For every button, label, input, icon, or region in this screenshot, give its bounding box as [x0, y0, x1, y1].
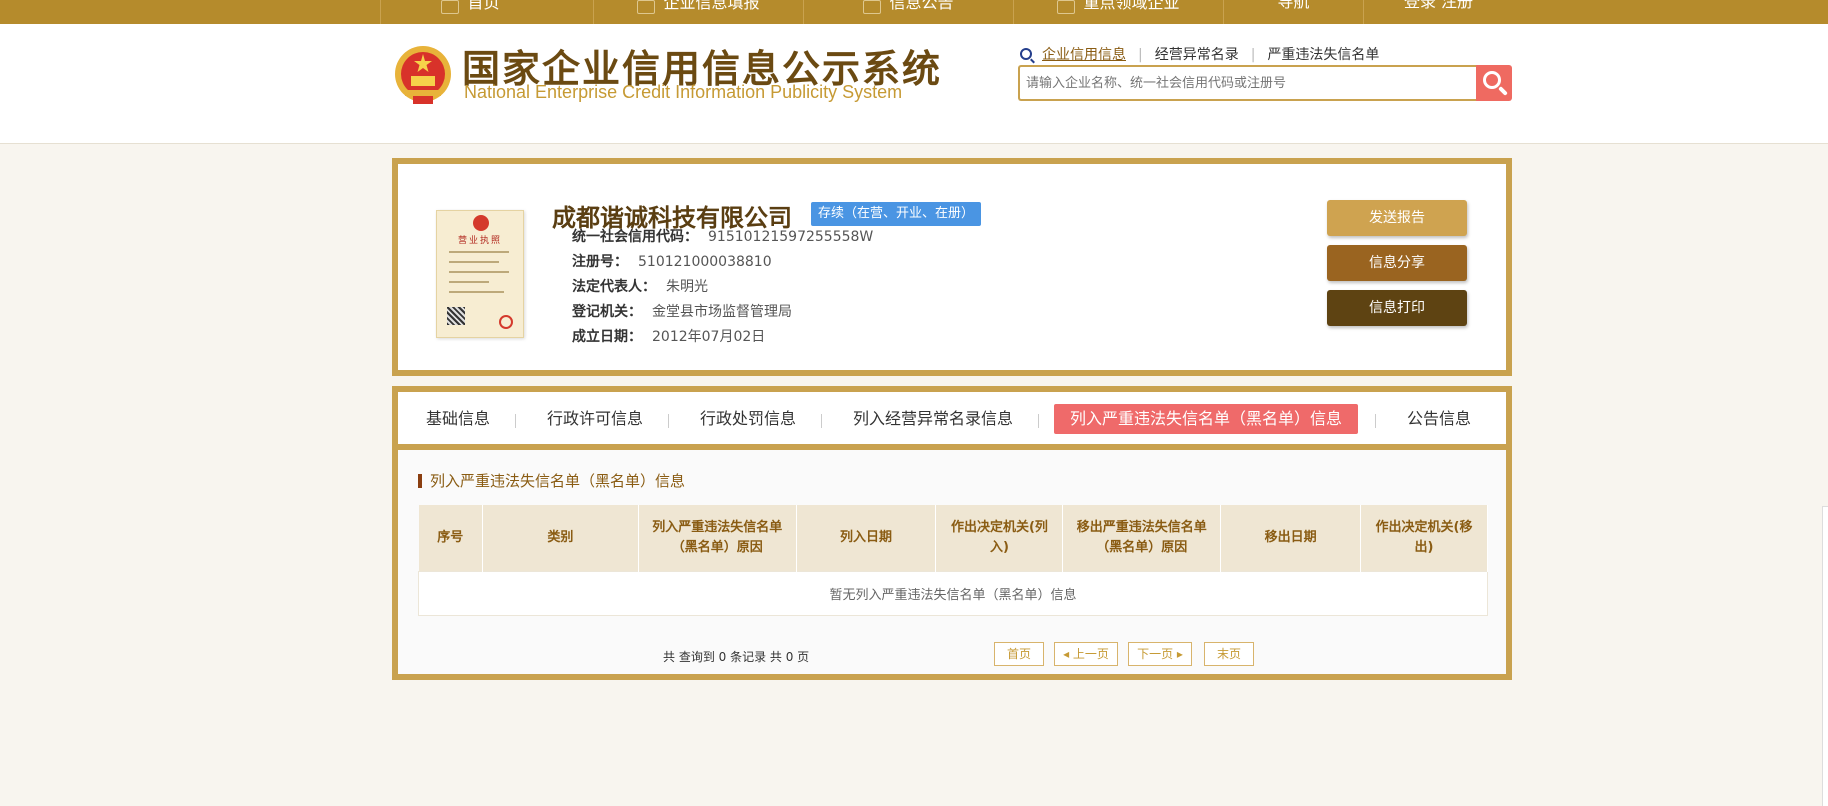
home-icon	[441, 0, 460, 14]
nav-report[interactable]: 企业信息填报	[593, 0, 803, 24]
cert-line	[449, 291, 504, 293]
search-handle-icon	[1498, 86, 1508, 96]
info-value: 91510121597255558W	[708, 229, 874, 245]
seal-icon	[473, 215, 489, 231]
tab-abnormal-list[interactable]: 列入经营异常名录信息	[837, 404, 1029, 434]
search-tab-blacklist[interactable]: 严重违法失信名单	[1267, 44, 1379, 64]
prev-page-label: 上一页	[1072, 647, 1109, 661]
info-value: 2012年07月02日	[652, 329, 766, 345]
nav-login-label: 登录 注册	[1403, 0, 1474, 11]
tab-divider	[1375, 414, 1376, 428]
tab-divider	[668, 414, 669, 428]
pager-count: 共 查询到 0 条记录 共 0 页	[663, 650, 810, 664]
nav-notice-label: 信息公告	[889, 0, 954, 12]
cert-line	[449, 251, 509, 253]
info-panel: 基础信息 行政许可信息 行政处罚信息 列入经营异常名录信息 列入严重违法失信名单…	[392, 386, 1512, 680]
info-founded: 成立日期： 2012年07月02日	[572, 326, 765, 346]
cert-line	[449, 271, 509, 273]
notice-icon	[863, 0, 882, 14]
col-in-authority: 作出决定机关(列入)	[935, 505, 1064, 571]
tab-bar: 基础信息 行政许可信息 行政处罚信息 列入经营异常名录信息 列入严重违法失信名单…	[398, 392, 1506, 450]
tab-admin-penalty[interactable]: 行政处罚信息	[684, 404, 812, 434]
send-report-button[interactable]: 发送报告	[1327, 200, 1467, 236]
edit-icon	[637, 0, 656, 14]
tab-content: 列入严重违法失信名单（黑名单）信息 序号 类别 列入严重违法失信名单（黑名单）原…	[398, 450, 1506, 674]
tab-divider	[821, 414, 822, 428]
company-card: 营业执照 成都谐诚科技有限公司 存续（在营、开业、在册） 统一社会信用代码： 91…	[392, 158, 1512, 376]
tab-divider	[1038, 414, 1039, 428]
search-input[interactable]	[1018, 65, 1478, 101]
info-value: 金堂县市场监督管理局	[652, 304, 792, 320]
share-info-button[interactable]: 信息分享	[1327, 245, 1467, 281]
nav-home-label: 首页	[467, 0, 500, 12]
qr-code-icon	[447, 307, 465, 325]
table-row: 暂无列入严重违法失信名单（黑名单）信息	[418, 570, 1488, 616]
key-areas-icon	[1057, 0, 1076, 14]
tab-announcement[interactable]: 公告信息	[1391, 404, 1487, 434]
search-tab-credit[interactable]: 企业信用信息	[1042, 44, 1126, 64]
side-scroll-tab[interactable]	[1822, 506, 1828, 806]
prev-page-button[interactable]: ◂ 上一页	[1054, 642, 1118, 666]
tab-divider: |	[1250, 47, 1256, 63]
info-label: 登记机关：	[572, 304, 642, 320]
info-legal-rep: 法定代表人： 朱明光	[572, 276, 708, 296]
nav-guide-label: 导航	[1277, 0, 1310, 11]
cert-title: 营业执照	[457, 236, 502, 246]
search-button[interactable]	[1476, 65, 1512, 101]
col-out-date: 移出日期	[1220, 505, 1362, 571]
info-value: 510121000038810	[638, 254, 772, 270]
next-page-button[interactable]: 下一页 ▸	[1128, 642, 1192, 666]
tab-admin-license[interactable]: 行政许可信息	[531, 404, 659, 434]
site-title-en: National Enterprise Credit Information P…	[464, 82, 903, 102]
national-emblem-icon	[395, 46, 451, 104]
nav-key-areas-label: 重点领域企业	[1083, 0, 1180, 12]
top-nav-bar: 首页 企业信息填报 信息公告 重点领域企业 导航 登录 注册	[0, 0, 1828, 24]
search-lens-icon	[1483, 71, 1501, 89]
stamp-icon	[499, 315, 513, 329]
status-badge: 存续（在营、开业、在册）	[811, 202, 982, 226]
section-title: 列入严重违法失信名单（黑名单）信息	[418, 474, 685, 489]
col-seq: 序号	[418, 505, 483, 571]
nav-key-areas[interactable]: 重点领域企业	[1013, 0, 1223, 24]
info-reg-no: 注册号： 510121000038810	[572, 251, 772, 271]
info-value: 朱明光	[666, 279, 708, 295]
tab-basic-info[interactable]: 基础信息	[410, 404, 506, 434]
next-page-label: 下一页	[1137, 647, 1174, 661]
info-credit-code: 统一社会信用代码： 91510121597255558W	[572, 226, 873, 246]
col-out-reason: 移出严重违法失信名单（黑名单）原因	[1062, 505, 1222, 571]
info-label: 成立日期：	[572, 329, 642, 345]
info-authority: 登记机关： 金堂县市场监督管理局	[572, 301, 792, 321]
nav-guide[interactable]: 导航	[1223, 0, 1363, 24]
site-header: 国家企业信用信息公示系统 National Enterprise Credit …	[0, 24, 1828, 144]
search-tab-abnormal[interactable]: 经营异常名录	[1155, 44, 1239, 64]
info-label: 统一社会信用代码：	[572, 229, 698, 245]
first-page-button[interactable]: 首页	[994, 642, 1044, 666]
col-category: 类别	[482, 505, 639, 571]
tab-divider	[515, 414, 516, 428]
tab-divider: |	[1138, 47, 1143, 63]
search-tabs: 企业信用信息 | 经营异常名录 | 严重违法失信名单	[1020, 44, 1379, 64]
info-label: 注册号：	[572, 254, 628, 270]
info-label: 法定代表人：	[572, 279, 656, 295]
cert-line	[449, 281, 489, 283]
last-page-button[interactable]: 末页	[1204, 642, 1254, 666]
col-in-date: 列入日期	[796, 505, 937, 571]
business-license-image[interactable]: 营业执照	[436, 210, 524, 338]
print-info-button[interactable]: 信息打印	[1327, 290, 1467, 326]
cert-line	[449, 261, 499, 263]
nav-home[interactable]: 首页	[380, 0, 560, 24]
blacklist-table: 序号 类别 列入严重违法失信名单（黑名单）原因 列入日期 作出决定机关(列入) …	[418, 505, 1488, 616]
empty-message: 暂无列入严重违法失信名单（黑名单）信息	[418, 570, 1488, 616]
nav-notice[interactable]: 信息公告	[803, 0, 1013, 24]
search-icon	[1020, 48, 1032, 60]
nav-login-register[interactable]: 登录 注册	[1363, 0, 1513, 24]
col-in-reason: 列入严重违法失信名单（黑名单）原因	[638, 505, 797, 571]
tab-blacklist[interactable]: 列入严重违法失信名单（黑名单）信息	[1054, 404, 1359, 434]
nav-report-label: 企业信息填报	[663, 0, 760, 12]
table-header-row: 序号 类别 列入严重违法失信名单（黑名单）原因 列入日期 作出决定机关(列入) …	[418, 505, 1488, 571]
col-out-authority: 作出决定机关(移出)	[1360, 505, 1488, 571]
